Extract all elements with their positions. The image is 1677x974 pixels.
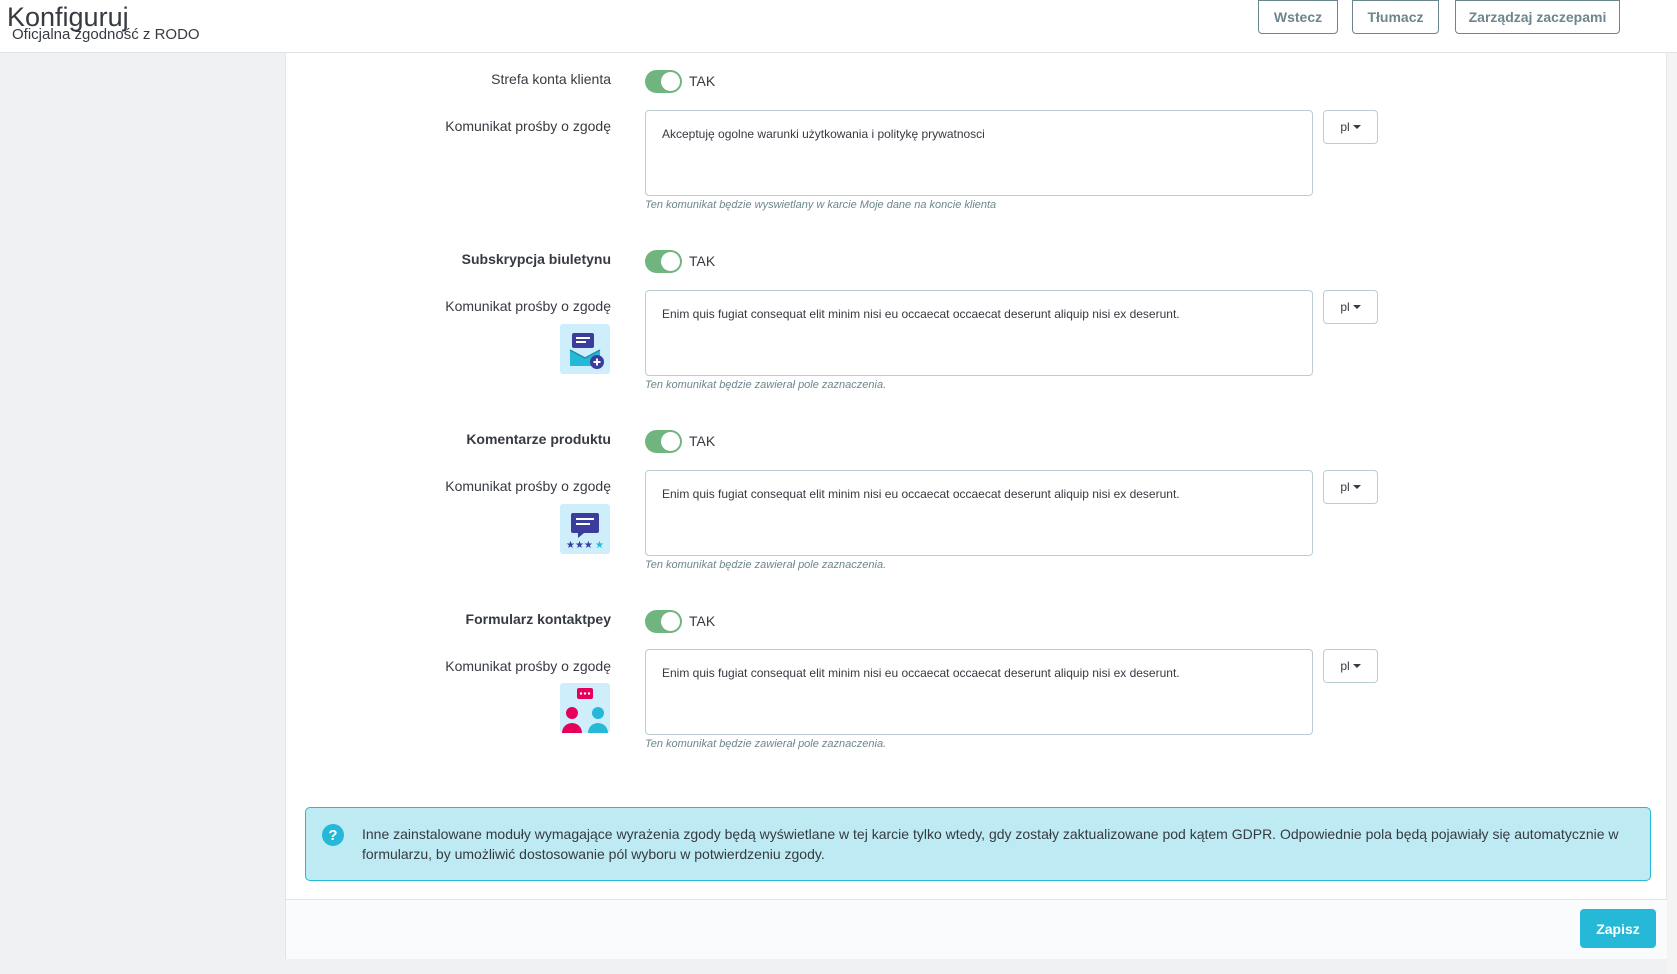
panel-footer [285, 899, 1667, 959]
language-dropdown[interactable]: pl [1323, 649, 1378, 683]
info-alert: ? Inne zainstalowane moduły wymagające w… [305, 807, 1651, 881]
language-label: pl [1340, 300, 1350, 314]
message-label: Komunikat prośby o zgodę [445, 298, 611, 314]
newsletter-icon [560, 324, 610, 374]
help-text: Ten komunikat będzie wyswietlany w karci… [645, 199, 997, 211]
section-label: Subskrypcja biuletynu [461, 251, 611, 267]
alert-text: Inne zainstalowane moduły wymagające wyr… [362, 826, 1619, 862]
section-label: Strefa konta klienta [491, 71, 611, 87]
enable-switch[interactable] [645, 430, 682, 453]
page-header: Konfiguruj Oficjalna zgodność z RODO Wst… [0, 0, 1677, 53]
translate-button[interactable]: Tłumacz [1352, 0, 1439, 34]
language-dropdown[interactable]: pl [1323, 470, 1378, 504]
language-label: pl [1340, 480, 1350, 494]
svg-text:★: ★ [595, 540, 604, 551]
message-label: Komunikat prośby o zgodę [445, 658, 611, 674]
help-text: Ten komunikat będzie zawierał pole zazna… [645, 379, 887, 391]
manage-hooks-button[interactable]: Zarządzaj zaczepami [1455, 0, 1620, 34]
enable-switch[interactable] [645, 250, 682, 273]
save-button[interactable]: Zapisz [1580, 909, 1656, 948]
caret-down-icon [1352, 664, 1361, 668]
consent-message-textarea[interactable]: Enim quis fugiat consequat elit minim ni… [645, 649, 1313, 735]
question-icon: ? [322, 824, 344, 846]
enable-switch[interactable] [645, 70, 682, 93]
back-button[interactable]: Wstecz [1258, 0, 1338, 34]
language-label: pl [1340, 659, 1350, 673]
svg-text:★★★: ★★★ [566, 540, 593, 551]
help-text: Ten komunikat będzie zawierał pole zazna… [645, 738, 887, 750]
caret-down-icon [1352, 485, 1361, 489]
message-label: Komunikat prośby o zgodę [445, 118, 611, 134]
switch-label: TAK [689, 433, 716, 449]
language-label: pl [1340, 120, 1350, 134]
consent-message-textarea[interactable]: Akceptuję ogolne warunki użytkowania i p… [645, 110, 1313, 196]
switch-knob [661, 252, 680, 271]
product-comments-icon: ★★★ ★ [560, 504, 610, 554]
help-text: Ten komunikat będzie zawierał pole zazna… [645, 559, 887, 571]
caret-down-icon [1352, 305, 1361, 309]
section-label: Formularz kontaktpey [465, 611, 611, 627]
page-subtitle: Oficjalna zgodność z RODO [12, 26, 200, 43]
switch-label: TAK [689, 613, 716, 629]
caret-down-icon [1352, 125, 1361, 129]
consent-message-textarea[interactable]: Enim quis fugiat consequat elit minim ni… [645, 290, 1313, 376]
switch-label: TAK [689, 253, 716, 269]
message-label: Komunikat prośby o zgodę [445, 478, 611, 494]
switch-knob [661, 612, 680, 631]
enable-switch[interactable] [645, 610, 682, 633]
switch-knob [661, 72, 680, 91]
consent-message-textarea[interactable]: Enim quis fugiat consequat elit minim ni… [645, 470, 1313, 556]
language-dropdown[interactable]: pl [1323, 290, 1378, 324]
scrollbar-track[interactable] [1667, 53, 1677, 974]
language-dropdown[interactable]: pl [1323, 110, 1378, 144]
contact-form-icon [560, 683, 610, 733]
switch-knob [661, 432, 680, 451]
switch-label: TAK [689, 73, 716, 89]
section-label: Komentarze produktu [466, 431, 611, 447]
